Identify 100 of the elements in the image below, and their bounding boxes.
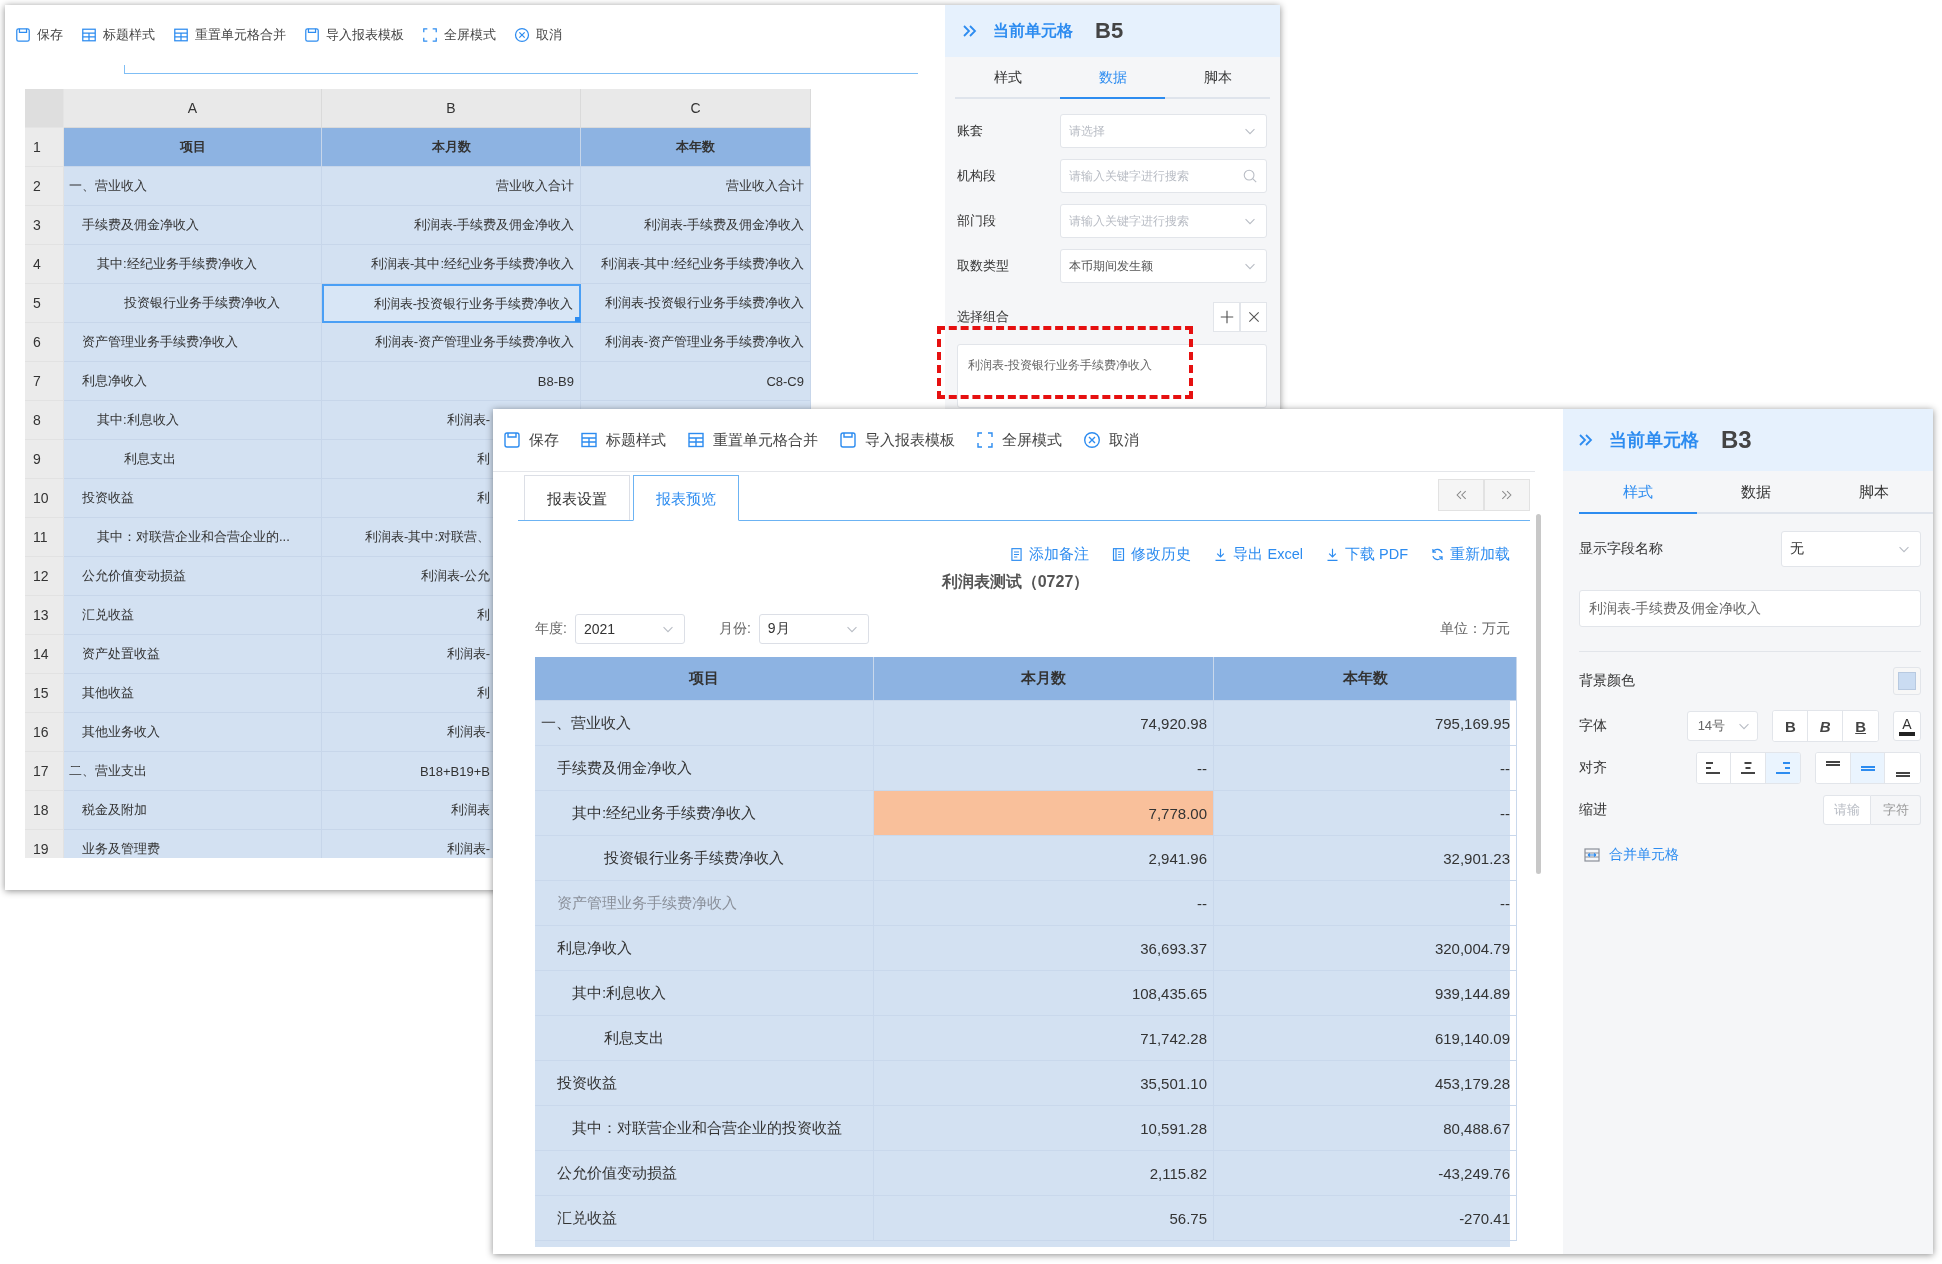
table-cell: 其中:利息收入	[535, 971, 874, 1016]
toolbar-button[interactable]: 标题样式	[580, 430, 666, 450]
panel-tab[interactable]: 样式	[955, 57, 1060, 99]
select-field[interactable]: 2021	[574, 614, 685, 644]
align-top-icon	[1826, 761, 1841, 766]
table-cell: 利息支出	[535, 1016, 874, 1061]
floppy-icon	[15, 27, 31, 43]
toolbar-button[interactable]: 导入报表模板	[839, 430, 955, 450]
table-cell: 营业收入合计	[322, 167, 581, 206]
table-icon	[81, 27, 97, 43]
toolbar-button[interactable]: 重置单元格合并	[173, 26, 286, 44]
row-number: 14	[25, 635, 64, 674]
row-number: 4	[25, 245, 64, 284]
select-field[interactable]: 9月	[758, 614, 869, 644]
double-chevron-left-icon	[1454, 488, 1468, 502]
field-label: 背景颜色	[1579, 672, 1635, 690]
action-link[interactable]: 重新加载	[1430, 544, 1510, 564]
toolbar-button[interactable]: 重置单元格合并	[687, 430, 818, 450]
table-cell: 投资收益	[64, 479, 322, 518]
report-title: 利润表测试（0727）	[940, 572, 1091, 592]
table-cell: 453,179.28	[1214, 1061, 1517, 1106]
floppy-icon	[304, 27, 320, 43]
cell-reference: B3	[1721, 426, 1752, 454]
field-label: 选择组合	[957, 308, 1010, 326]
toolbar-button[interactable]: 保存	[15, 26, 63, 44]
align-button[interactable]	[1816, 753, 1851, 783]
align-left-icon	[1706, 762, 1721, 774]
panel-tab[interactable]: 脚本	[1815, 471, 1933, 514]
color-swatch[interactable]	[1893, 667, 1921, 695]
row-number: 2	[25, 167, 64, 206]
field-label: 显示字段名称	[1579, 540, 1663, 558]
table-cell: 其他收益	[64, 674, 322, 713]
toolbar-button[interactable]: 全屏模式	[422, 26, 496, 44]
table-cell: 投资银行业务手续费净收入	[64, 284, 322, 323]
table-icon	[173, 27, 189, 43]
table-cell: B8-B9	[322, 362, 581, 401]
row-number: 3	[25, 206, 64, 245]
action-link[interactable]: 下载 PDF	[1324, 544, 1408, 564]
field-label: 对齐	[1579, 759, 1608, 777]
row-number: 8	[25, 401, 64, 440]
table-cell: 36,693.37	[874, 926, 1214, 971]
table-cell: 795,169.95	[1214, 701, 1517, 746]
row-number: 16	[25, 713, 64, 752]
table-cell: --	[1214, 746, 1517, 791]
add-button[interactable]	[1213, 302, 1240, 332]
row-number: 13	[25, 596, 64, 635]
remove-button[interactable]	[1240, 302, 1267, 332]
table-cell: 利润表-手续费及佣金净收入	[581, 206, 811, 245]
align-center-icon	[1740, 762, 1755, 774]
table-cell: 一、营业收入	[64, 167, 322, 206]
download-icon	[1213, 546, 1229, 562]
table-cell: 32,901.23	[1214, 836, 1517, 881]
row-number: 1	[25, 128, 64, 167]
cell-reference: B5	[1095, 18, 1124, 44]
toolbar-button[interactable]: 取消	[514, 26, 562, 44]
select-field[interactable]: 14号	[1686, 711, 1759, 741]
table-cell: 公允价值变动损益	[64, 557, 322, 596]
panel-title: 当前单元格	[1609, 429, 1699, 452]
column-header: 本年数	[1214, 657, 1517, 701]
refresh-icon	[1430, 546, 1445, 562]
panel-tab[interactable]: 数据	[1697, 471, 1815, 514]
text-field[interactable]: 利润表-手续费及佣金净收入	[1579, 590, 1921, 627]
table-cell: 资产处置收益	[64, 635, 322, 674]
table-cell: 一、营业收入	[535, 701, 874, 746]
select-field[interactable]: 无	[1781, 531, 1921, 567]
action-link[interactable]: 添加备注	[1009, 544, 1090, 564]
table-cell: 320,004.79	[1214, 926, 1517, 971]
toolbar-button[interactable]: 导入报表模板	[304, 26, 404, 44]
tab[interactable]: 报表预览	[633, 475, 739, 521]
panel-tab[interactable]: 脚本	[1165, 57, 1270, 99]
plus-icon	[1218, 309, 1235, 325]
table-cell: 108,435.65	[874, 971, 1214, 1016]
style-button[interactable]: B	[1773, 711, 1809, 741]
unit-label: 字符	[1871, 795, 1921, 825]
table-cell: 营业收入合计	[581, 167, 811, 206]
table-cell: 投资收益	[535, 1061, 874, 1106]
cancel-icon	[1083, 431, 1101, 449]
align-button[interactable]	[1696, 753, 1732, 783]
action-link[interactable]: 修改历史	[1111, 544, 1192, 564]
toolbar-button[interactable]: 全屏模式	[976, 430, 1062, 450]
row-number: 17	[25, 752, 64, 791]
toolbar-button[interactable]: 标题样式	[81, 26, 155, 44]
table-cell: -43,249.76	[1214, 1151, 1517, 1196]
row-number: 15	[25, 674, 64, 713]
table-cell: 其中：对联营企业和合营企业的投资收益	[535, 1106, 874, 1151]
toolbar-button[interactable]: 取消	[1083, 430, 1139, 450]
text-area[interactable]: 利润表-投资银行业务手续费净收入	[957, 344, 1267, 408]
table-cell: 投资银行业务手续费净收入	[535, 836, 874, 881]
table-cell: 利润表-资产管理业务手续费净收入	[581, 323, 811, 362]
table-cell: 619,140.09	[1214, 1016, 1517, 1061]
row-number: 19	[25, 830, 64, 858]
floppy-icon	[503, 431, 521, 449]
field-label: 字体	[1579, 717, 1608, 735]
scrollbar[interactable]	[1536, 514, 1541, 874]
tab[interactable]: 报表设置	[524, 475, 630, 520]
font-color-button[interactable]: A	[1893, 711, 1921, 741]
table-cell: 2,941.96	[874, 836, 1214, 881]
table-cell: -270.41	[1214, 1196, 1517, 1241]
select-field[interactable]: 本币期间发生额	[1060, 249, 1267, 283]
table-cell: --	[874, 881, 1214, 926]
